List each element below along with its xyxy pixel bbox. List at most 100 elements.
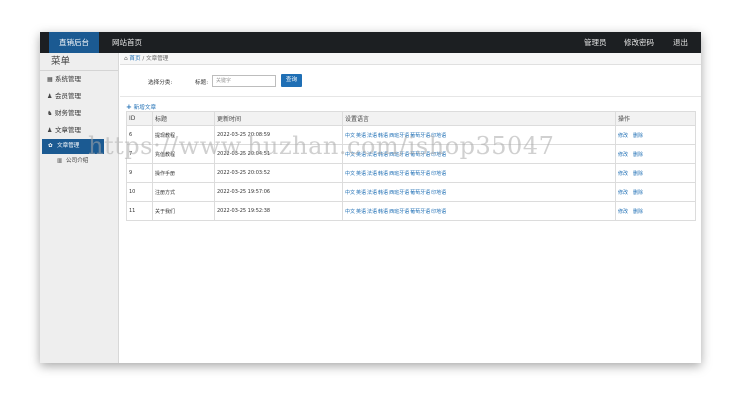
language-link[interactable]: 法语 — [367, 133, 377, 139]
language-link[interactable]: 西班牙语 — [389, 171, 409, 177]
language-link[interactable]: 葡萄牙语 — [410, 190, 430, 196]
delete-link[interactable]: 删除 — [633, 171, 643, 177]
sidebar-item-articles[interactable]: ♟ 文章管理 — [40, 122, 118, 139]
cell-actions: 修改 删除 — [615, 182, 696, 202]
language-link[interactable]: 法语 — [367, 152, 377, 158]
building-icon: ▥ — [57, 158, 63, 164]
delete-link[interactable]: 删除 — [633, 152, 643, 158]
header-actions: 操作 — [615, 111, 696, 126]
sidebar-subitem-label: 公司介绍 — [66, 158, 89, 164]
header-id: ID — [126, 111, 153, 126]
language-link[interactable]: 西班牙语 — [389, 152, 409, 158]
change-password-link[interactable]: 修改密码 — [624, 32, 654, 53]
cell-languages: 中文英语法语韩语西班牙语葡萄牙语印地语 — [342, 125, 616, 145]
edit-link[interactable]: 修改 — [618, 171, 628, 177]
breadcrumb-current: 文章管理 — [146, 56, 169, 62]
language-link[interactable]: 印地语 — [431, 209, 446, 215]
header-languages: 设置语言 — [342, 111, 616, 126]
cell-actions: 修改 删除 — [615, 144, 696, 164]
delete-link[interactable]: 删除 — [633, 190, 643, 196]
sidebar-item-label: 文章管理 — [55, 126, 81, 134]
cell-updated-time: 2022-03-25 20:03:52 — [214, 163, 343, 183]
language-link[interactable]: 葡萄牙语 — [410, 171, 430, 177]
table-row: 10 注册方式 2022-03-25 19:57:06 中文英语法语韩语西班牙语葡萄牙… — [126, 182, 696, 202]
cell-languages: 中文英语法语韩语西班牙语葡萄牙语印地语 — [342, 182, 616, 202]
cell-languages: 中文英语法语韩语西班牙语葡萄牙语印地语 — [342, 201, 616, 221]
logout-link[interactable]: 退出 — [673, 32, 688, 53]
category-label: 选择分类: — [148, 80, 173, 86]
delete-link[interactable]: 删除 — [633, 133, 643, 139]
table-row: 7 充值教程 2022-03-25 20:04:51 中文英语法语韩语西班牙语葡萄牙语… — [126, 144, 696, 164]
language-link[interactable]: 中文 — [345, 171, 355, 177]
add-article-button[interactable]: + 新增文章 — [126, 103, 156, 111]
admin-link[interactable]: 管理员 — [584, 32, 607, 53]
language-link[interactable]: 中文 — [345, 133, 355, 139]
language-link[interactable]: 法语 — [367, 171, 377, 177]
sidebar-item-label: 财务管理 — [55, 109, 81, 117]
language-link[interactable]: 法语 — [367, 209, 377, 215]
cell-id: 11 — [126, 201, 153, 221]
settings-icon: ▦ — [47, 76, 53, 83]
cell-title: 充值教程 — [152, 144, 215, 164]
sidebar-item-members[interactable]: ♟ 会员管理 — [40, 88, 118, 105]
header-updated-time: 更新时间 — [214, 111, 343, 126]
language-link[interactable]: 英语 — [356, 190, 366, 196]
brand-link[interactable]: 直销后台 — [49, 32, 99, 53]
sidebar-item-system[interactable]: ▦ 系统管理 — [40, 71, 118, 88]
cell-languages: 中文英语法语韩语西班牙语葡萄牙语印地语 — [342, 144, 616, 164]
edit-link[interactable]: 修改 — [618, 209, 628, 215]
query-button[interactable]: 查询 — [281, 74, 302, 87]
language-link[interactable]: 印地语 — [431, 152, 446, 158]
sidebar-item-label: 会员管理 — [55, 92, 81, 100]
language-link[interactable]: 韩语 — [378, 209, 388, 215]
language-link[interactable]: 英语 — [356, 171, 366, 177]
language-link[interactable]: 西班牙语 — [389, 190, 409, 196]
language-link[interactable]: 韩语 — [378, 190, 388, 196]
article-table: ID 标题 更新时间 设置语言 操作 6 提现教程 2022-03-25 20:08… — [126, 111, 696, 221]
sidebar-subitem-label: 文章管理 — [57, 143, 80, 149]
table-header-row: ID 标题 更新时间 设置语言 操作 — [126, 111, 696, 126]
language-link[interactable]: 葡萄牙语 — [410, 152, 430, 158]
language-link[interactable]: 西班牙语 — [389, 209, 409, 215]
language-link[interactable]: 印地语 — [431, 190, 446, 196]
language-link[interactable]: 英语 — [356, 152, 366, 158]
language-link[interactable]: 印地语 — [431, 133, 446, 139]
table-row: 9 操作手册 2022-03-25 20:03:52 中文英语法语韩语西班牙语葡萄牙语… — [126, 163, 696, 183]
delete-link[interactable]: 删除 — [633, 209, 643, 215]
cell-actions: 修改 删除 — [615, 201, 696, 221]
language-link[interactable]: 中文 — [345, 190, 355, 196]
edit-link[interactable]: 修改 — [618, 133, 628, 139]
sidebar-item-finance[interactable]: ♞ 财务管理 — [40, 105, 118, 122]
gear-icon: ✿ — [48, 143, 53, 149]
cell-id: 7 — [126, 144, 153, 164]
sidebar: 菜单 ▦ 系统管理 ♟ 会员管理 ♞ 财务管理 ♟ 文章管理 ✿ 文章管理 ▥ 公司介绍 — [40, 53, 119, 363]
language-link[interactable]: 法语 — [367, 190, 377, 196]
sidebar-subitem-company-intro[interactable]: ▥ 公司介绍 — [40, 154, 118, 169]
language-link[interactable]: 韩语 — [378, 171, 388, 177]
title-label: 标题: — [195, 80, 209, 86]
language-link[interactable]: 西班牙语 — [389, 133, 409, 139]
language-link[interactable]: 英语 — [356, 133, 366, 139]
language-link[interactable]: 葡萄牙语 — [410, 209, 430, 215]
cell-updated-time: 2022-03-25 19:52:38 — [214, 201, 343, 221]
breadcrumb-home-link[interactable]: 首页 — [129, 56, 140, 62]
language-link[interactable]: 英语 — [356, 209, 366, 215]
header-title: 标题 — [152, 111, 215, 126]
cell-title: 注册方式 — [152, 182, 215, 202]
language-link[interactable]: 中文 — [345, 152, 355, 158]
language-link[interactable]: 印地语 — [431, 171, 446, 177]
app-window: 直销后台 网站首页 管理员 修改密码 退出 菜单 ▦ 系统管理 ♟ 会员管理 ♞ 财务… — [40, 32, 701, 363]
sidebar-subitem-article-management[interactable]: ✿ 文章管理 — [42, 139, 104, 154]
language-link[interactable]: 韩语 — [378, 133, 388, 139]
finance-icon: ♞ — [47, 110, 53, 117]
language-link[interactable]: 韩语 — [378, 152, 388, 158]
edit-link[interactable]: 修改 — [618, 152, 628, 158]
cell-updated-time: 2022-03-25 20:04:51 — [214, 144, 343, 164]
edit-link[interactable]: 修改 — [618, 190, 628, 196]
cell-updated-time: 2022-03-25 19:57:06 — [214, 182, 343, 202]
language-link[interactable]: 葡萄牙语 — [410, 133, 430, 139]
site-home-link[interactable]: 网站首页 — [112, 32, 142, 53]
keyword-input[interactable]: 关键字 — [212, 75, 276, 87]
language-link[interactable]: 中文 — [345, 209, 355, 215]
breadcrumb: ⌂ 首页 / 文章管理 — [120, 53, 701, 65]
